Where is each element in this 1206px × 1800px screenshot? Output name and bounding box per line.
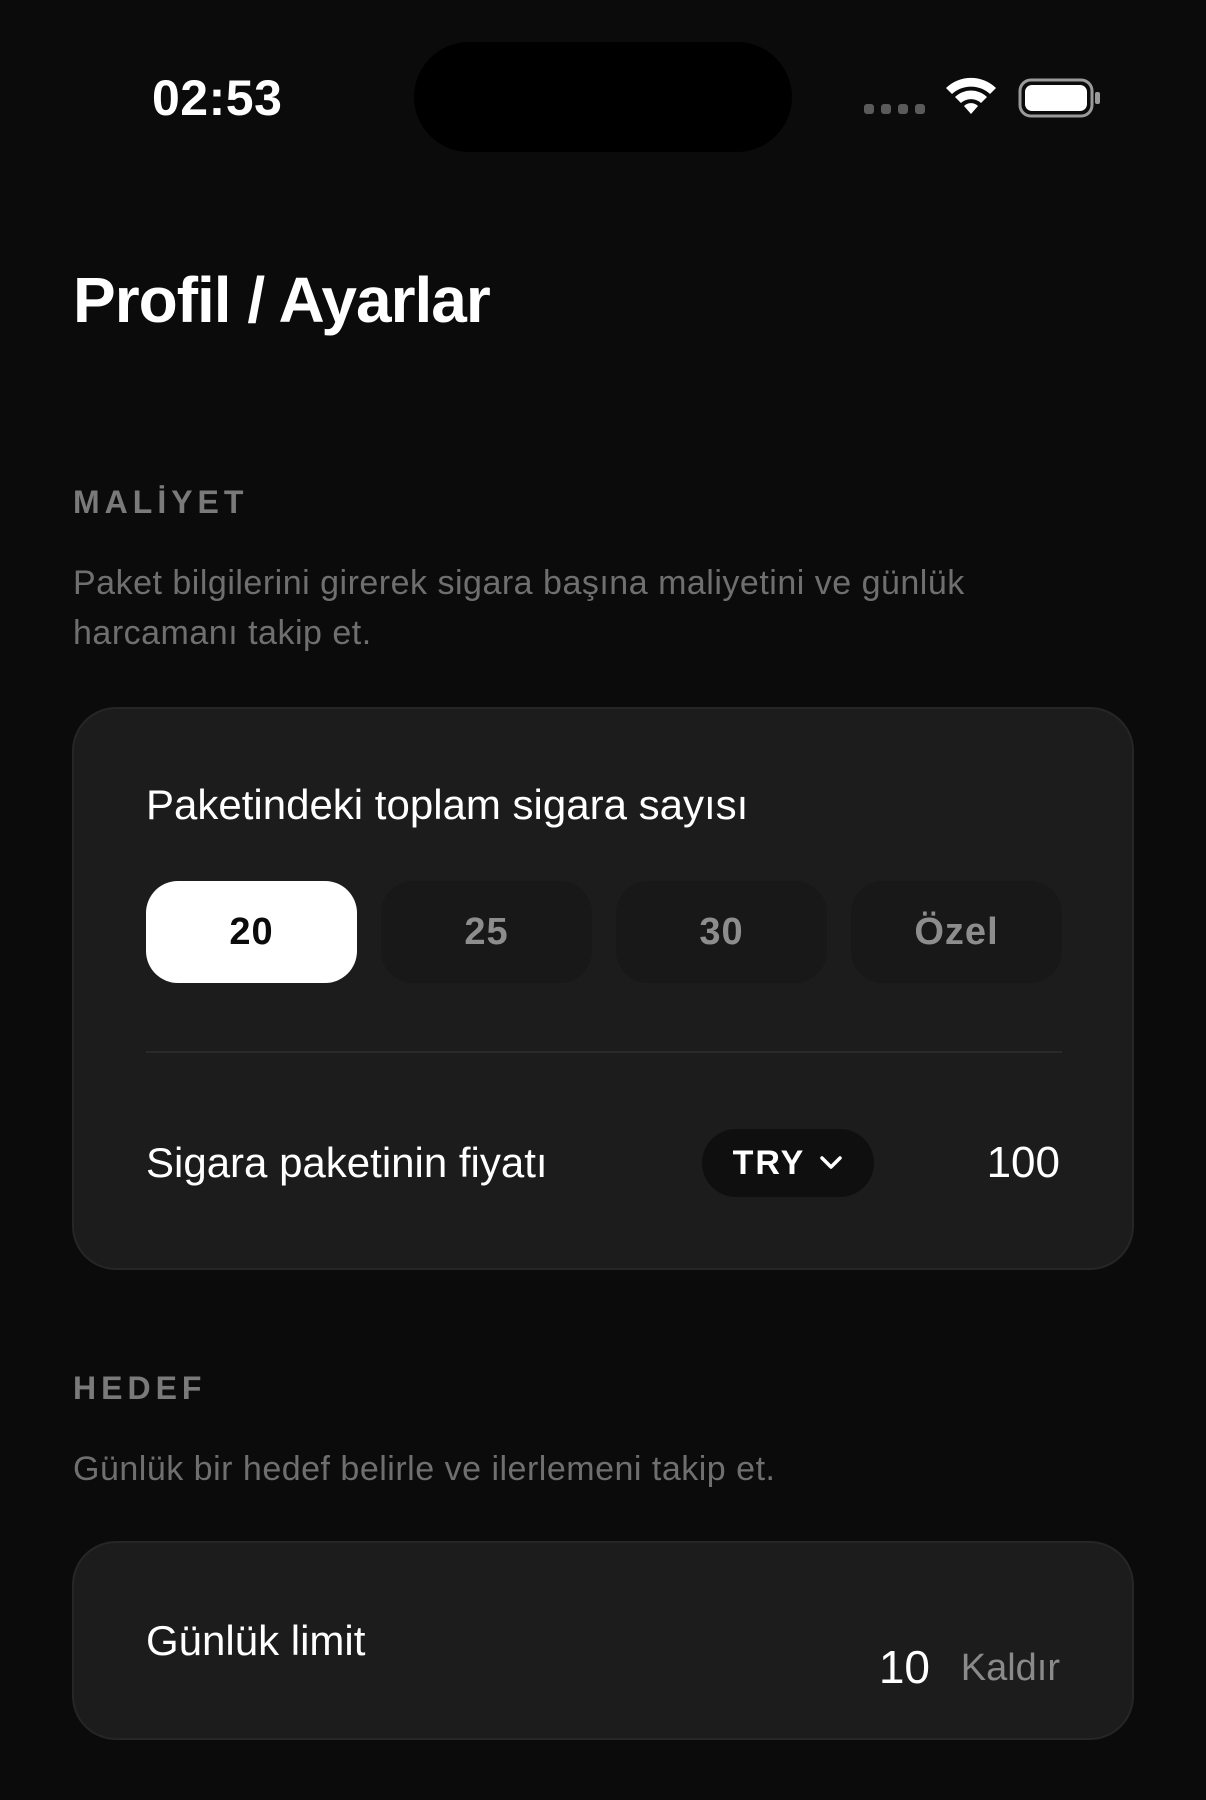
cost-card: Paketindeki toplam sigara sayısı 20 25 3… [72, 707, 1134, 1270]
price-label: Sigara paketinin fiyatı [146, 1139, 548, 1186]
price-input[interactable]: 100 [987, 1137, 1060, 1189]
page-title: Profil / Ayarlar [73, 264, 491, 336]
pack-size-option-25[interactable]: 25 [381, 881, 592, 983]
pack-size-selector: 20 25 30 Özel [146, 881, 1062, 983]
remove-limit-button[interactable]: Kaldır [961, 1643, 1060, 1693]
chevron-down-icon [820, 1156, 843, 1169]
cost-section-heading: MALİYET [73, 484, 249, 520]
currency-dropdown[interactable]: TRY [702, 1129, 874, 1197]
pack-size-option-30[interactable]: 30 [616, 881, 827, 983]
wifi-icon [946, 77, 996, 114]
goal-card: Günlük limit 10 Kaldır [72, 1541, 1134, 1740]
pack-size-option-custom[interactable]: Özel [851, 881, 1062, 983]
pack-size-option-20[interactable]: 20 [146, 881, 357, 983]
currency-label: TRY [732, 1143, 806, 1182]
dynamic-island [414, 42, 792, 152]
divider [146, 1051, 1062, 1053]
status-time: 02:53 [152, 70, 283, 126]
goal-section-heading: HEDEF [73, 1370, 207, 1406]
goal-section-description: Günlük bir hedef belirle ve ilerlemeni t… [73, 1450, 776, 1488]
battery-icon [1018, 78, 1100, 118]
pack-size-label: Paketindeki toplam sigara sayısı [146, 781, 749, 828]
daily-limit-input[interactable]: 10 [879, 1639, 930, 1695]
cellular-signal-icon [864, 104, 925, 114]
cost-section-description: Paket bilgilerini girerek sigara başına … [73, 564, 965, 652]
daily-limit-label: Günlük limit [146, 1617, 366, 1664]
